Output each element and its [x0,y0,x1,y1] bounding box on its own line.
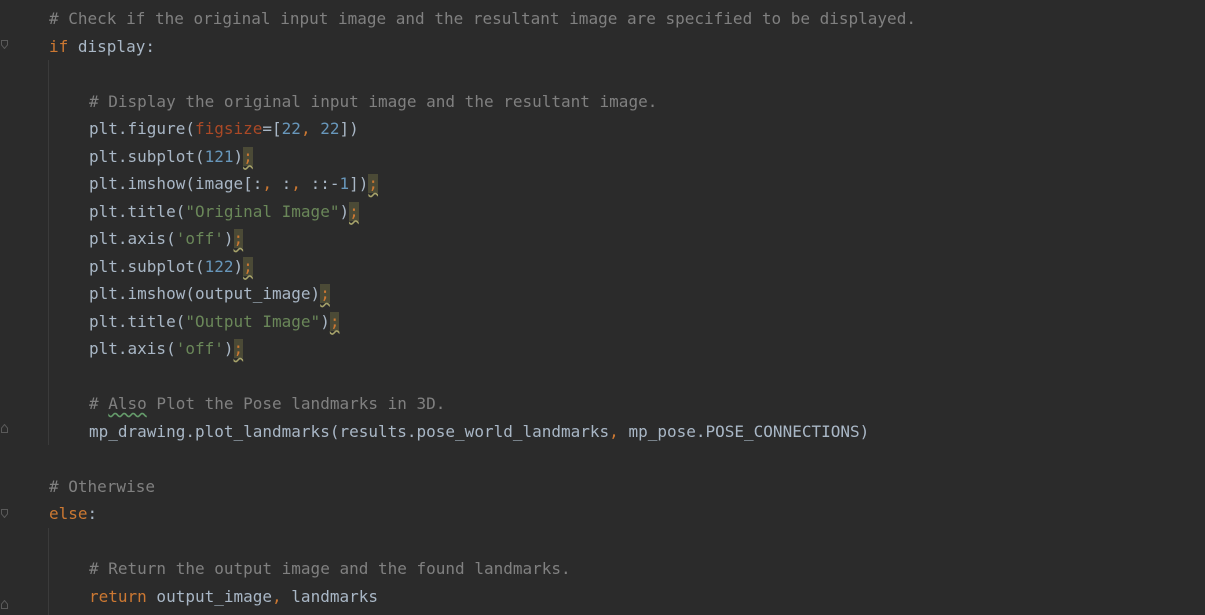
code-line[interactable]: plt.imshow(image[:, :, ::-1]); [89,170,379,198]
code-token-str: 'off' [175,229,224,248]
code-line[interactable]: plt.subplot(121); [89,143,253,171]
code-token-plain: : [281,174,292,193]
code-token-plain: plt.subplot( [89,146,205,166]
code-line[interactable]: return output_image, landmarks [89,583,378,611]
code-token-warn: ; [233,339,244,358]
code-line[interactable]: else: [49,500,97,528]
code-token-plain: plt.imshow(image[: [89,174,263,193]
code-token-plain: ::- [310,174,340,193]
code-token-plain: : [87,504,98,523]
code-token-punc: , [291,174,311,193]
code-token-plain: plt.axis( [89,339,176,358]
code-token-plain: mp_drawing.plot_landmarks(results.pose_w… [89,421,610,441]
code-token-num: 1 [339,174,350,193]
code-token-plain: plt.imshow(output_image) [89,284,321,303]
code-token-plain: ]) [339,119,359,138]
code-editor[interactable]: # Check if the original input image and … [0,0,1205,615]
code-token-str: 'off' [175,339,224,358]
code-line[interactable]: plt.title("Output Image"); [89,308,340,336]
code-token-plain: ) [223,229,234,248]
code-token-plain: plt.title( [89,201,186,221]
code-line[interactable]: plt.figure(figsize=[22, 22]) [89,115,359,143]
indent-guide [48,528,49,615]
code-token-kw: else [49,504,88,523]
code-token-warn: ; [329,311,340,331]
code-token-num: 22 [320,119,340,138]
code-token-plain: plt.figure( [89,119,195,138]
code-token-warn: ; [320,284,330,303]
code-line[interactable]: # Check if the original input image and … [49,5,916,33]
code-token-punc: , [262,174,282,193]
code-token-warn: ; [349,201,359,221]
code-line[interactable]: # Return the output image and the found … [89,555,571,583]
code-token-comment: # Return the output image and the found … [89,559,571,578]
code-token-plain: ) [233,146,244,166]
indent-guide [48,60,49,445]
code-token-num: 121 [204,146,234,166]
code-token-plain: ) [233,256,244,276]
code-token-comment: # Check if the original input image and … [49,9,916,28]
code-token-plain: output_image [146,586,273,606]
code-token-str: "Output Image" [185,311,321,331]
code-token-plain: ) [339,201,350,221]
code-line[interactable]: # Also Plot the Pose landmarks in 3D. [89,390,445,418]
fold-end-icon[interactable] [1,424,8,433]
code-token-comment: # Otherwise [49,476,155,496]
code-line[interactable]: # Otherwise [49,473,155,501]
code-token-comment-typo: Also [108,394,147,413]
code-line[interactable]: plt.title("Original Image"); [89,198,359,226]
code-token-warn: ; [368,174,379,193]
code-token-plain: ) [320,311,330,331]
code-token-plain: ) [223,339,234,358]
code-line[interactable]: # Display the original input image and t… [89,88,657,116]
code-token-kw: if [49,36,69,56]
code-token-plain: landmarks [291,586,378,606]
code-token-comment: # Display the original input image and t… [89,91,658,111]
code-token-plain: ]) [349,174,369,193]
editor-gutter [0,0,14,615]
code-line[interactable]: if display: [49,33,155,61]
code-line[interactable]: plt.axis('off'); [89,225,244,253]
code-token-comment: Plot the Pose landmarks in 3D. [146,394,446,413]
code-token-punc: , [609,421,629,441]
code-token-num: 122 [204,256,234,276]
fold-start-icon[interactable] [1,40,8,49]
code-token-warn: ; [243,256,253,276]
code-line[interactable]: plt.axis('off'); [89,335,244,363]
code-line[interactable]: plt.subplot(122); [89,253,253,281]
code-token-comment: # [89,394,109,413]
code-token-punc: , [272,586,292,606]
code-line[interactable]: plt.imshow(output_image); [89,280,330,308]
code-token-plain: plt.title( [89,311,186,331]
code-token-plain: =[ [262,119,282,138]
fold-start-icon[interactable] [1,509,8,518]
code-token-str: "Original Image" [185,201,340,221]
fold-end-icon[interactable] [1,600,8,609]
code-token-warn: ; [243,146,253,166]
code-token-plain: display: [68,36,155,56]
code-token-warn: ; [233,229,244,248]
code-token-param: figsize [194,119,263,138]
code-token-kw: return [89,586,147,606]
code-token-num: 22 [281,119,301,138]
code-token-plain: plt.axis( [89,229,176,248]
code-line[interactable]: mp_drawing.plot_landmarks(results.pose_w… [89,418,869,446]
code-token-plain: mp_pose.POSE_CONNECTIONS) [628,421,870,441]
code-token-plain: plt.subplot( [89,256,205,276]
code-token-punc: , [300,119,321,138]
